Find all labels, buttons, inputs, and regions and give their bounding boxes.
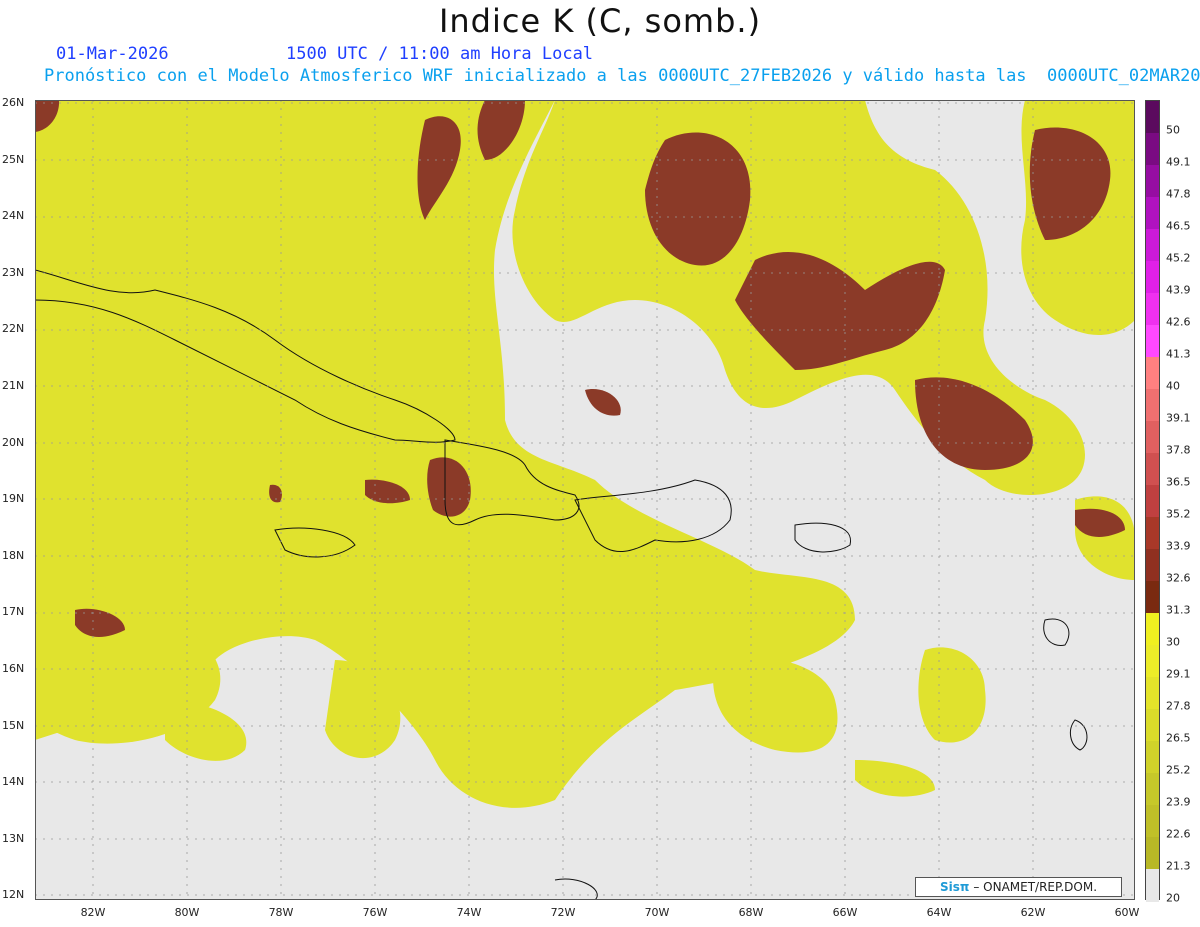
- colorbar-swatch: [1146, 517, 1159, 550]
- colorbar-swatch: [1146, 613, 1159, 646]
- colorbar-swatch: [1146, 133, 1159, 166]
- longitude-label: 70W: [644, 906, 670, 919]
- colorbar-label: 45.2: [1166, 251, 1191, 265]
- colorbar-swatch: [1146, 709, 1159, 742]
- colorbar-label: 36.5: [1166, 475, 1191, 489]
- latitude-label: 22N: [2, 322, 25, 336]
- credit-org: – ONAMET/REP.DOM.: [973, 880, 1098, 894]
- latitude-label: 19N: [2, 492, 25, 506]
- credit-box: Sisπ – ONAMET/REP.DOM.: [915, 877, 1122, 897]
- colorbar-swatch: [1146, 325, 1159, 358]
- colorbar-label: 41.3: [1166, 347, 1191, 361]
- colorbar-label: 46.5: [1166, 219, 1191, 233]
- longitude-label: 78W: [268, 906, 294, 919]
- colorbar-label: 40: [1166, 379, 1180, 393]
- latitude-label: 18N: [2, 548, 25, 562]
- colorbar: [1145, 100, 1160, 902]
- colorbar-label: 21.3: [1166, 859, 1191, 873]
- colorbar-label: 33.9: [1166, 539, 1191, 553]
- colorbar-swatch: [1146, 293, 1159, 326]
- colorbar-swatch: [1146, 773, 1159, 806]
- colorbar-swatch: [1146, 197, 1159, 230]
- latitude-label: 16N: [2, 662, 25, 675]
- colorbar-label: 22.6: [1166, 827, 1191, 841]
- colorbar-swatch: [1146, 453, 1159, 486]
- colorbar-label: 47.8: [1166, 187, 1191, 201]
- colorbar-swatch: [1146, 549, 1159, 582]
- colorbar-label: 50: [1166, 123, 1180, 137]
- forecast-date: 01-Mar-2026: [56, 44, 169, 64]
- colorbar-label: 25.2: [1166, 763, 1191, 777]
- colorbar-label: 43.9: [1166, 283, 1191, 297]
- colorbar-label: 26.5: [1166, 731, 1191, 745]
- colorbar-label: 27.8: [1166, 699, 1191, 713]
- longitude-label: 62W: [1020, 906, 1046, 919]
- longitude-label: 80W: [174, 906, 200, 919]
- latitude-label: 26N: [2, 96, 25, 109]
- map-area: [34, 100, 1135, 901]
- colorbar-swatch: [1146, 261, 1159, 294]
- colorbar-swatch: [1146, 101, 1159, 134]
- latitude-label: 14N: [2, 775, 25, 789]
- colorbar-swatch: [1146, 357, 1159, 390]
- longitude-label: 60W: [1114, 906, 1140, 919]
- colorbar-swatch: [1146, 869, 1159, 902]
- longitude-label: 74W: [456, 906, 482, 919]
- colorbar-swatch: [1146, 421, 1159, 454]
- colorbar-swatch: [1146, 741, 1159, 774]
- colorbar-label: 32.6: [1166, 571, 1191, 585]
- colorbar-swatch: [1146, 229, 1159, 262]
- colorbar-swatch: [1146, 837, 1159, 870]
- forecast-time: 1500 UTC / 11:00 am Hora Local: [286, 44, 594, 64]
- colorbar-label: 20: [1166, 891, 1180, 905]
- colorbar-label: 23.9: [1166, 795, 1191, 809]
- colorbar-label: 30: [1166, 635, 1180, 649]
- longitude-label: 68W: [738, 906, 764, 919]
- map-canvas: [34, 100, 1135, 901]
- colorbar-label: 37.8: [1166, 443, 1191, 457]
- longitude-label: 64W: [926, 906, 952, 919]
- colorbar-swatch: [1146, 485, 1159, 518]
- credit-brand: Sisπ: [939, 880, 970, 894]
- longitude-label: 76W: [362, 906, 388, 919]
- colorbar-swatch: [1146, 165, 1159, 198]
- colorbar-label: 49.1: [1166, 155, 1191, 169]
- colorbar-swatch: [1146, 805, 1159, 838]
- model-info: Pronóstico con el Modelo Atmosferico WRF…: [44, 66, 1200, 86]
- latitude-label: 21N: [2, 379, 25, 392]
- latitude-label: 20N: [2, 435, 25, 449]
- latitude-label: 23N: [2, 265, 25, 279]
- colorbar-swatch: [1146, 677, 1159, 710]
- latitude-label: 25N: [2, 152, 25, 166]
- colorbar-swatch: [1146, 389, 1159, 422]
- latitude-label: 17N: [2, 605, 25, 619]
- colorbar-label: 35.2: [1166, 507, 1191, 521]
- longitude-label: 66W: [832, 906, 858, 919]
- latitude-label: 13N: [2, 831, 25, 845]
- latitude-label: 24N: [2, 209, 25, 223]
- latitude-label: 12N: [2, 888, 25, 902]
- longitude-label: 82W: [80, 906, 106, 919]
- latitude-label: 15N: [2, 718, 25, 732]
- colorbar-swatch: [1146, 645, 1159, 678]
- map-title: Indice K (C, somb.): [438, 2, 762, 40]
- longitude-label: 72W: [550, 906, 576, 919]
- colorbar-label: 39.1: [1166, 411, 1191, 425]
- colorbar-swatch: [1146, 581, 1159, 614]
- colorbar-label: 31.3: [1166, 603, 1191, 617]
- colorbar-label: 42.6: [1166, 315, 1191, 329]
- colorbar-label: 29.1: [1166, 667, 1191, 681]
